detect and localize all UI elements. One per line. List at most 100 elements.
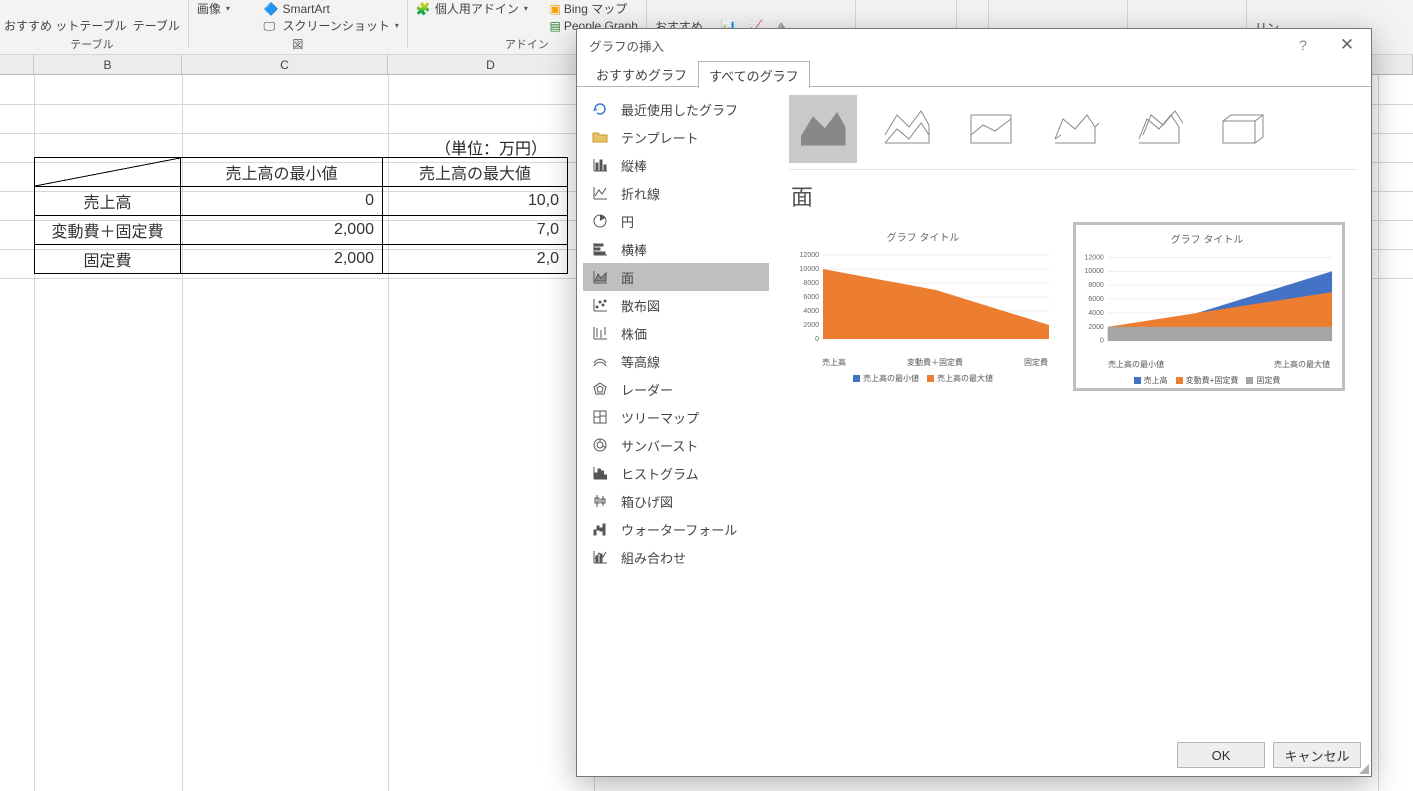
- column-header-B[interactable]: B: [34, 55, 182, 74]
- ok-button[interactable]: OK: [1177, 742, 1265, 768]
- preview-title: グラフ タイトル: [1078, 231, 1336, 246]
- dialog-tabs: おすすめグラフ すべてのグラフ: [585, 61, 1371, 87]
- category-sunburst[interactable]: サンバースト: [583, 431, 769, 459]
- area-subtype-2[interactable]: [873, 95, 941, 163]
- category-label: 散布図: [621, 296, 660, 315]
- waterfall-icon: [591, 520, 609, 538]
- category-scatter[interactable]: 散布図: [583, 291, 769, 319]
- ribbon-table-button[interactable]: テーブル: [133, 18, 180, 34]
- addin-icon: 🧩: [416, 1, 432, 17]
- chart-category-list: 最近使用したグラフテンプレート縦棒折れ線円横棒面散布図株価等高線レーダーツリーマ…: [577, 87, 775, 745]
- resize-handle[interactable]: [1356, 761, 1370, 775]
- category-recent[interactable]: 最近使用したグラフ: [583, 95, 769, 123]
- column-header-C[interactable]: C: [182, 55, 388, 74]
- area-icon: [591, 268, 609, 286]
- bar-icon: [591, 240, 609, 258]
- cancel-button[interactable]: キャンセル: [1273, 742, 1361, 768]
- svg-text:12000: 12000: [1085, 254, 1104, 261]
- line-icon: [591, 184, 609, 202]
- table-row: 固定費 2,000 2,0: [35, 245, 568, 274]
- chart-legend: 売上高 変動費+固定費 固定費: [1078, 375, 1336, 386]
- category-bar[interactable]: 横棒: [583, 235, 769, 263]
- dialog-title: グラフの挿入: [589, 36, 664, 55]
- data-table: 売上高の最小値 売上高の最大値 売上高 0 10,0 変動費＋固定費 2,000…: [34, 157, 568, 274]
- category-surface[interactable]: 等高線: [583, 347, 769, 375]
- category-label: 円: [621, 212, 634, 231]
- category-boxwhisker[interactable]: 箱ひげ図: [583, 487, 769, 515]
- category-treemap[interactable]: ツリーマップ: [583, 403, 769, 431]
- column-header-A-partial[interactable]: [0, 55, 34, 74]
- help-button[interactable]: ?: [1285, 31, 1321, 59]
- category-area[interactable]: 面: [583, 263, 769, 291]
- area-subtype-4[interactable]: [1041, 95, 1109, 163]
- chart-legend: 売上高の最小値 売上高の最大値: [792, 373, 1054, 384]
- category-label: 最近使用したグラフ: [621, 100, 738, 119]
- ribbon-group-label: アドイン: [505, 36, 549, 52]
- svg-text:12000: 12000: [800, 252, 820, 259]
- category-combo[interactable]: 組み合わせ: [583, 543, 769, 571]
- dialog-titlebar[interactable]: グラフの挿入 ? ✕: [577, 29, 1371, 61]
- recent-icon: [591, 100, 609, 118]
- insert-chart-dialog: グラフの挿入 ? ✕ おすすめグラフ すべてのグラフ 最近使用したグラフテンプレ…: [576, 28, 1372, 777]
- scatter-icon: [591, 296, 609, 314]
- category-label: 横棒: [621, 240, 647, 259]
- svg-text:8000: 8000: [1088, 282, 1104, 289]
- table-row: 売上高 0 10,0: [35, 187, 568, 216]
- category-stock[interactable]: 株価: [583, 319, 769, 347]
- category-label: ヒストグラム: [621, 464, 699, 483]
- ribbon-pictures-button[interactable]: 画像▾: [197, 1, 230, 17]
- combo-icon: [591, 548, 609, 566]
- category-label: レーダー: [621, 380, 673, 399]
- area-subtype-3[interactable]: [957, 95, 1025, 163]
- category-folder[interactable]: テンプレート: [583, 123, 769, 151]
- svg-text:2000: 2000: [1088, 324, 1104, 331]
- category-waterfall[interactable]: ウォーターフォール: [583, 515, 769, 543]
- table-header: 売上高の最大値: [383, 158, 568, 187]
- category-label: サンバースト: [621, 436, 698, 455]
- chart-preview-1[interactable]: グラフ タイトル 12000100008000 6000400020000: [789, 222, 1061, 391]
- category-label: 面: [621, 268, 634, 287]
- category-label: 株価: [621, 324, 647, 343]
- treemap-icon: [591, 408, 609, 426]
- category-column[interactable]: 縦棒: [583, 151, 769, 179]
- svg-text:4000: 4000: [803, 308, 819, 315]
- radar-icon: [591, 380, 609, 398]
- column-header-D[interactable]: D: [388, 55, 594, 74]
- svg-text:0: 0: [815, 336, 819, 343]
- ribbon-recommended-pivottable[interactable]: おすすめ ットテーブル: [4, 18, 127, 34]
- category-label: 組み合わせ: [621, 548, 686, 567]
- svg-text:6000: 6000: [1088, 296, 1104, 303]
- x-axis-labels: 売上高変動費＋固定費固定費: [792, 355, 1054, 368]
- folder-icon: [591, 128, 609, 146]
- svg-text:10000: 10000: [1085, 268, 1104, 275]
- category-line[interactable]: 折れ線: [583, 179, 769, 207]
- ribbon-group-tables: おすすめ ットテーブル テーブル テーブル: [0, 0, 184, 52]
- sunburst-icon: [591, 436, 609, 454]
- category-pie[interactable]: 円: [583, 207, 769, 235]
- category-radar[interactable]: レーダー: [583, 375, 769, 403]
- cell-unit-label: （単位：万円）: [388, 135, 594, 159]
- area-subtype-5[interactable]: [1125, 95, 1193, 163]
- ribbon-bing-maps[interactable]: ▣Bing マップ: [550, 1, 638, 17]
- chart-preview-pane: 面 グラフ タイトル 12000 10000 8000 6000 4000 2000 0: [775, 87, 1371, 745]
- area-subtype-1[interactable]: [789, 95, 857, 163]
- preview-title: グラフ タイトル: [792, 229, 1054, 244]
- chart-preview-2[interactable]: グラフ タイトル 12000100008000 6000400020000: [1073, 222, 1345, 391]
- area-subtype-6[interactable]: [1209, 95, 1277, 163]
- category-label: ウォーターフォール: [621, 520, 737, 539]
- ribbon-smartart-button[interactable]: 🔷 SmartArt: [263, 1, 398, 17]
- ribbon-screenshot-button[interactable]: 🖵 スクリーンショット▾: [263, 18, 398, 34]
- svg-text:6000: 6000: [803, 294, 819, 301]
- close-button[interactable]: ✕: [1327, 31, 1367, 59]
- tab-recommended[interactable]: おすすめグラフ: [585, 60, 698, 87]
- category-histogram[interactable]: ヒストグラム: [583, 459, 769, 487]
- ribbon-group-illustrations: 画像▾ 🔷 SmartArt 🖵 スクリーンショット▾ 図: [193, 0, 403, 52]
- subtype-title: 面: [791, 180, 1357, 212]
- category-label: ツリーマップ: [621, 408, 699, 427]
- pie-icon: [591, 212, 609, 230]
- chart-subtype-row: [789, 95, 1357, 163]
- ribbon-personal-addins[interactable]: 🧩 個人用アドイン▾: [416, 1, 528, 17]
- table-row: 変動費＋固定費 2,000 7,0: [35, 216, 568, 245]
- svg-text:10000: 10000: [800, 266, 820, 273]
- tab-all-charts[interactable]: すべてのグラフ: [698, 61, 810, 88]
